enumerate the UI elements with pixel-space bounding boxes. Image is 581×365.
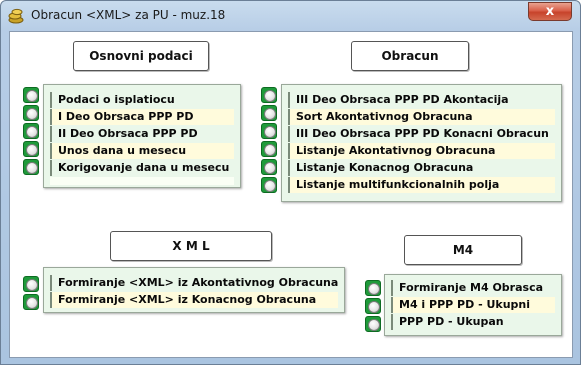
- radio-listanje-multifunkcionalnih[interactable]: [261, 177, 277, 193]
- menu-item-podaci-o-isplatiocu[interactable]: Podaci o isplatiocu: [50, 92, 234, 108]
- radio-iii-deo-konacni[interactable]: [261, 123, 277, 139]
- header-xml: X M L: [110, 231, 272, 261]
- radio-unos-dana[interactable]: [23, 141, 39, 157]
- header-m4: M4: [404, 235, 522, 265]
- radio-m4-ppp-ukupni[interactable]: [365, 298, 381, 314]
- radio-i-deo-obrasca[interactable]: [23, 105, 39, 121]
- menu-item-iii-deo-konacni[interactable]: III Deo Obrsaca PPP PD Konacni Obracun: [288, 126, 555, 142]
- menu-item-i-deo-obrasca[interactable]: I Deo Obrsaca PPP PD: [50, 109, 234, 125]
- coins-app-icon: [8, 8, 24, 24]
- panel-osnovni-podaci: Podaci o isplatiocu I Deo Obrsaca PPP PD…: [43, 84, 241, 188]
- radio-formiranje-m4[interactable]: [365, 280, 381, 296]
- menu-item-sort-akontativnog[interactable]: Sort Akontativnog Obracuna: [288, 109, 555, 125]
- panel-m4: Formiranje M4 Obrasca M4 i PPP PD - Ukup…: [384, 274, 562, 336]
- menu-item-listanje-konacnog[interactable]: Listanje Konacnog Obracuna: [288, 160, 555, 176]
- menu-item-ppp-ukupan[interactable]: PPP PD - Ukupan: [391, 314, 555, 330]
- close-button[interactable]: x: [528, 2, 572, 21]
- client-area: Osnovni podaci Podaci o isplatiocu I Deo…: [9, 31, 573, 358]
- radio-xml-akontativnog[interactable]: [23, 276, 39, 292]
- header-osnovni-podaci: Osnovni podaci: [73, 41, 209, 71]
- radio-podaci-o-isplatiocu[interactable]: [23, 87, 39, 103]
- radio-iii-deo-akontacija[interactable]: [261, 87, 277, 103]
- menu-item-listanje-multifunkcionalnih[interactable]: Listanje multifunkcionalnih polja: [288, 177, 555, 193]
- radio-korigovanje-dana[interactable]: [23, 159, 39, 175]
- menu-item-korigovanje-dana[interactable]: Korigovanje dana u mesecu: [50, 160, 234, 176]
- menu-item-xml-akontativnog[interactable]: Formiranje <XML> iz Akontativnog Obracun…: [50, 275, 338, 291]
- menu-item-m4-ppp-ukupni[interactable]: M4 i PPP PD - Ukupni: [391, 297, 555, 313]
- menu-item-formiranje-m4[interactable]: Formiranje M4 Obrasca: [391, 280, 555, 296]
- radio-sort-akontativnog[interactable]: [261, 105, 277, 121]
- menu-item-listanje-akontativnog[interactable]: Listanje Akontativnog Obracuna: [288, 143, 555, 159]
- header-obracun: Obracun: [351, 41, 469, 71]
- panel-obracun: III Deo Obrsaca PPP PD Akontacija Sort A…: [281, 84, 562, 202]
- menu-item-xml-konacnog[interactable]: Formiranje <XML> iz Konacnog Obracuna: [50, 292, 338, 308]
- radio-ii-deo-obrasca[interactable]: [23, 123, 39, 139]
- radio-listanje-konacnog[interactable]: [261, 159, 277, 175]
- panel-blank-row: [50, 177, 234, 185]
- window-title: Obracun <XML> za PU - muz.18: [31, 8, 226, 22]
- radio-listanje-akontativnog[interactable]: [261, 141, 277, 157]
- menu-item-ii-deo-obrasca[interactable]: II Deo Obrsaca PPP PD: [50, 126, 234, 142]
- main-window: Obracun <XML> za PU - muz.18 x Osnovni p…: [0, 0, 581, 365]
- menu-item-iii-deo-akontacija[interactable]: III Deo Obrsaca PPP PD Akontacija: [288, 92, 555, 108]
- radio-ppp-ukupan[interactable]: [365, 316, 381, 332]
- panel-xml: Formiranje <XML> iz Akontativnog Obracun…: [43, 267, 345, 313]
- title-bar[interactable]: Obracun <XML> za PU - muz.18 x: [1, 1, 580, 31]
- menu-item-unos-dana[interactable]: Unos dana u mesecu: [50, 143, 234, 159]
- radio-xml-konacnog[interactable]: [23, 294, 39, 310]
